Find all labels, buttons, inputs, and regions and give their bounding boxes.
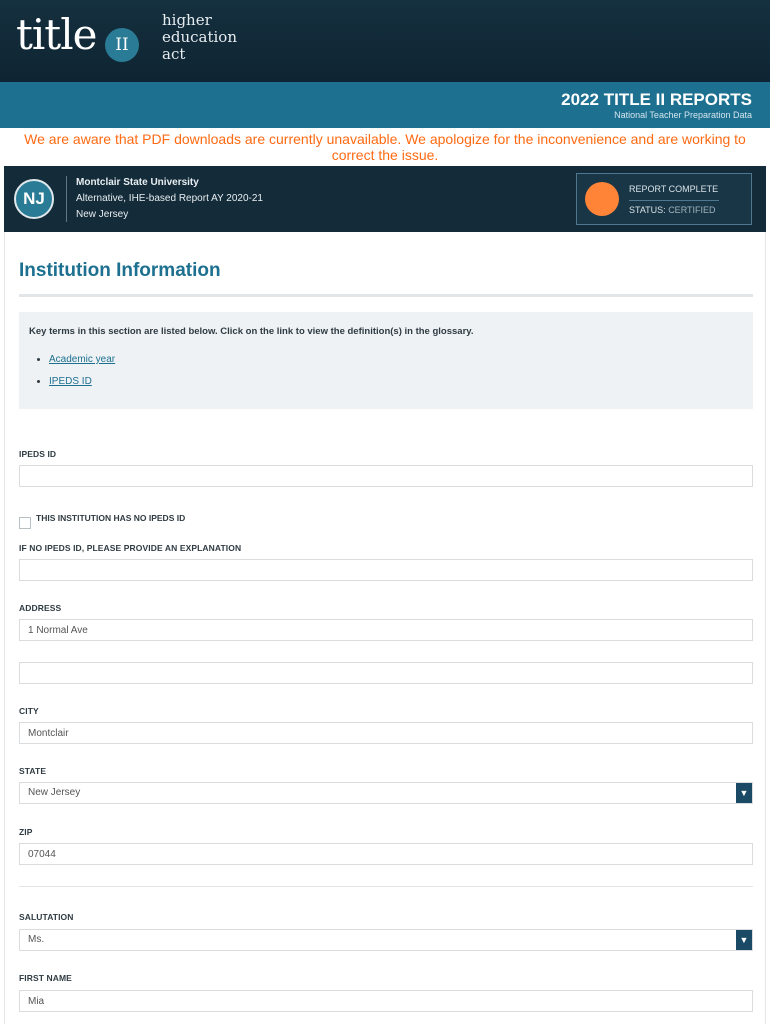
logo-title[interactable]: title [16, 14, 97, 56]
institution-state: New Jersey [76, 209, 129, 220]
salutation-label: SALUTATION [19, 912, 74, 922]
pdf-alert-message: We are aware that PDF downloads are curr… [24, 131, 746, 163]
state-badge: NJ [14, 179, 54, 219]
glossary-link-ipeds-id[interactable]: IPEDS ID [49, 376, 92, 387]
section-divider [19, 294, 753, 297]
report-subtitle: National Teacher Preparation Data [614, 110, 752, 120]
first-name-label: FIRST NAME [19, 973, 72, 983]
glossary-link-academic-year[interactable]: Academic year [49, 354, 115, 365]
ipeds-id-label: IPEDS ID [19, 449, 57, 459]
zip-label: ZIP [19, 827, 33, 837]
glossary-list: Academic year IPEDS ID [49, 354, 115, 398]
salutation-select[interactable]: Ms. ▼ [19, 929, 753, 951]
report-title: 2022 TITLE II REPORTS [561, 90, 752, 109]
city-input[interactable] [19, 722, 753, 744]
institution-name: Montclair State University [76, 177, 199, 188]
state-label: STATE [19, 766, 47, 776]
salutation-select-value: Ms. [28, 934, 45, 945]
glossary-box: Key terms in this section are listed bel… [19, 312, 753, 409]
list-item: Academic year [49, 354, 115, 365]
status-value: CERTIFIED [668, 205, 716, 215]
city-label: CITY [19, 706, 39, 716]
site-header: title II higher education act [0, 0, 770, 82]
institution-bar: NJ Montclair State University Alternativ… [4, 166, 766, 232]
status-indicator-icon [585, 182, 619, 216]
address-label: ADDRESS [19, 603, 62, 613]
main-content: Institution Information Key terms in thi… [4, 232, 766, 1024]
report-status-box: REPORT COMPLETE STATUS: CERTIFIED [576, 173, 752, 225]
state-select-value: New Jersey [28, 787, 81, 798]
report-type: Alternative, IHE-based Report AY 2020-21 [76, 193, 263, 204]
no-ipeds-label: THIS INSTITUTION HAS NO IPEDS ID [36, 513, 186, 523]
logo-tagline-line: education [162, 28, 237, 46]
report-band: 2022 TITLE II REPORTS National Teacher P… [0, 82, 770, 128]
state-select[interactable]: New Jersey ▼ [19, 782, 753, 804]
explanation-label: IF NO IPEDS ID, PLEASE PROVIDE AN EXPLAN… [19, 543, 242, 553]
status-label: STATUS: [629, 205, 666, 215]
logo-tagline: higher education act [162, 12, 237, 63]
logo-tagline-line: act [162, 45, 186, 63]
divider [66, 176, 67, 222]
form-divider [19, 886, 753, 887]
list-item: IPEDS ID [49, 376, 115, 387]
zip-input[interactable] [19, 843, 753, 865]
explanation-input[interactable] [19, 559, 753, 581]
institution-details: Montclair State University Alternative, … [76, 175, 263, 223]
status-line: STATUS: CERTIFIED [629, 205, 716, 215]
first-name-input[interactable] [19, 990, 753, 1012]
chevron-down-icon[interactable]: ▼ [736, 930, 752, 950]
status-title: REPORT COMPLETE [629, 184, 719, 194]
ipeds-id-input[interactable] [19, 465, 753, 487]
address-line2-input[interactable] [19, 662, 753, 684]
no-ipeds-checkbox[interactable] [19, 517, 31, 529]
logo-roman-numeral: II [105, 28, 139, 62]
glossary-intro: Key terms in this section are listed bel… [29, 326, 474, 337]
address-line1-input[interactable] [19, 619, 753, 641]
section-title: Institution Information [19, 260, 221, 281]
status-divider [629, 200, 719, 201]
chevron-down-icon[interactable]: ▼ [736, 783, 752, 803]
logo-tagline-line: higher [162, 11, 212, 29]
